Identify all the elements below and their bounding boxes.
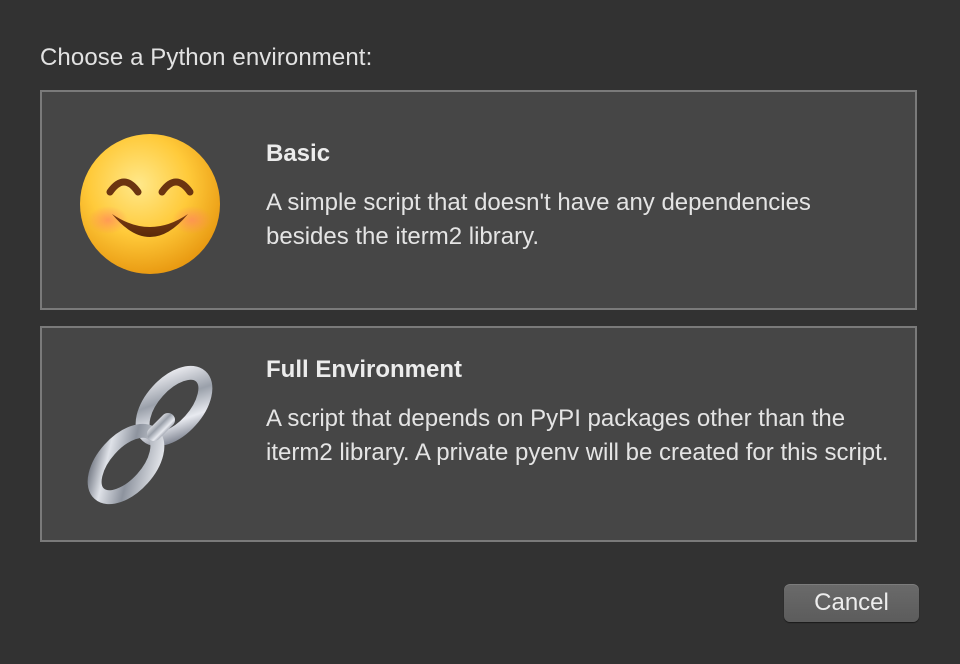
option-title: Basic: [266, 140, 331, 167]
option-description: A simple script that doesn't have any de…: [266, 189, 811, 250]
smiling-face-icon: [80, 134, 220, 274]
basic-environment-option[interactable]: Basic A simple script that doesn't have …: [40, 90, 917, 310]
option-title: Full Environment: [266, 356, 463, 383]
cancel-button[interactable]: Cancel: [784, 584, 919, 622]
full-environment-option[interactable]: Full Environment A script that depends o…: [40, 326, 917, 542]
dialog-prompt: Choose a Python environment:: [40, 44, 373, 71]
option-description: A script that depends on PyPI packages o…: [266, 405, 889, 466]
chain-link-icon: [87, 365, 213, 505]
